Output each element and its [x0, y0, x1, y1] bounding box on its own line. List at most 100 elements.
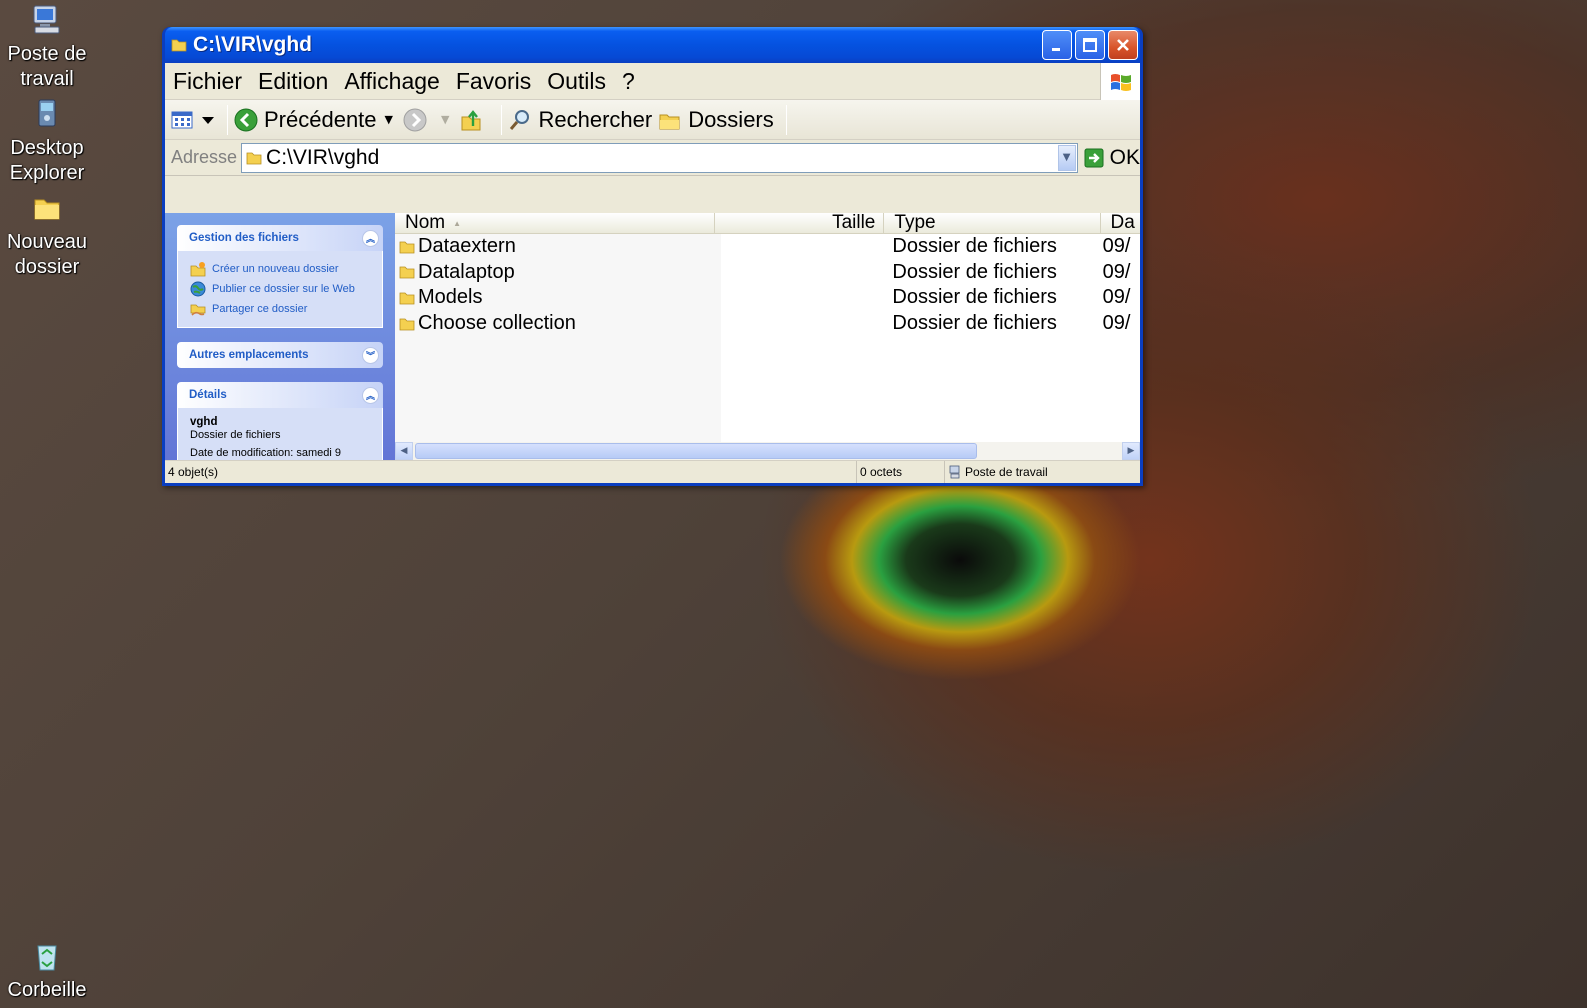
status-bar: 4 objet(s) 0 octets Poste de travail: [165, 460, 1140, 483]
folder-icon: [399, 292, 415, 305]
up-folder-button[interactable]: [459, 108, 489, 132]
folder-icon: [246, 152, 262, 164]
search-icon: [510, 109, 530, 130]
file-row[interactable]: Models Dossier de fichiers 09/: [395, 285, 1140, 311]
file-row[interactable]: Datalaptop Dossier de fichiers 09/: [395, 260, 1140, 286]
go-button[interactable]: OK: [1084, 146, 1140, 170]
menu-outils[interactable]: Outils: [539, 68, 614, 95]
menu-fichier[interactable]: Fichier: [165, 68, 250, 95]
column-header-date[interactable]: Da: [1101, 213, 1140, 233]
back-button-label: Précédente: [264, 106, 377, 132]
details-title: Détails: [189, 389, 227, 401]
go-arrow-icon: [1084, 148, 1104, 167]
folders-button[interactable]: Dossiers: [658, 107, 774, 133]
scroll-thumb[interactable]: [415, 443, 977, 459]
my-computer-icon: [33, 5, 60, 34]
folder-icon: [171, 39, 187, 52]
file-type: Dossier de fichiers: [892, 260, 1057, 283]
search-button-label: Rechercher: [538, 106, 653, 132]
status-location-label: Poste de travail: [965, 465, 1048, 479]
scroll-left-button[interactable]: ◀: [395, 442, 413, 460]
file-name: Models: [418, 286, 483, 309]
details-header[interactable]: Détails ︽: [177, 382, 383, 408]
desktop-icon-label: Poste de: [7, 43, 87, 65]
maximize-icon: [1083, 38, 1097, 52]
address-input[interactable]: C:\VIR\vghd ▼: [241, 142, 1078, 173]
scroll-track[interactable]: [413, 442, 1122, 460]
file-type: Dossier de fichiers: [892, 312, 1057, 335]
file-date: 09/: [1102, 286, 1131, 309]
details-name: vghd: [190, 416, 218, 428]
explorer-window: C:\VIR\vghd Fichier Edition Affichage Fa…: [162, 27, 1143, 486]
share-folder-icon: [190, 304, 206, 316]
task-share-folder[interactable]: Partager ce dossier: [190, 299, 370, 319]
back-dropdown-arrow[interactable]: ▼: [385, 113, 393, 126]
sort-ascending-icon: ▲: [453, 218, 462, 228]
file-name-cell: Dataextern: [395, 235, 715, 258]
column-header-type[interactable]: Type: [884, 213, 1101, 233]
desktop-icon-new-folder[interactable]: Nouveau dossier: [0, 192, 94, 280]
chevron-down-icon[interactable]: ︾: [362, 346, 379, 364]
horizontal-scrollbar[interactable]: ◀ ▶: [395, 442, 1140, 460]
forward-dropdown-arrow[interactable]: ▼: [441, 113, 449, 126]
main-area: Gestion des fichiers ︽ Créer un nouveau …: [165, 213, 1140, 483]
desktop-icon-label: Desktop: [10, 137, 84, 159]
window-titlebar[interactable]: C:\VIR\vghd: [165, 27, 1140, 63]
other-places-header[interactable]: Autres emplacements ︾: [177, 342, 383, 368]
column-header-label: Nom: [405, 213, 446, 233]
file-type: Dossier de fichiers: [892, 286, 1057, 309]
minimize-button[interactable]: [1042, 30, 1072, 60]
other-places-panel: Autres emplacements ︾: [177, 342, 383, 368]
address-value: C:\VIR\vghd: [266, 145, 380, 169]
menu-help[interactable]: ?: [614, 68, 643, 95]
new-folder-icon: [190, 262, 206, 277]
address-dropdown-button[interactable]: ▼: [1057, 144, 1076, 171]
back-button[interactable]: Précédente: [234, 107, 377, 133]
column-header-size[interactable]: Taille: [715, 213, 885, 233]
toolbar-separator: [227, 104, 228, 135]
task-publish-web[interactable]: Publier ce dossier sur le Web: [190, 279, 370, 299]
folders-icon: [659, 114, 680, 129]
close-button[interactable]: [1108, 30, 1138, 60]
status-location: Poste de travail: [945, 461, 1135, 483]
file-tasks-header[interactable]: Gestion des fichiers ︽: [177, 225, 383, 251]
up-folder-icon: [461, 109, 481, 130]
file-type: Dossier de fichiers: [892, 235, 1057, 258]
desktop-icon-label: Nouveau: [6, 231, 88, 253]
file-tasks-panel: Gestion des fichiers ︽ Créer un nouveau …: [177, 225, 383, 328]
minimize-icon: [1052, 48, 1060, 51]
desktop-icon-label: travail: [20, 68, 74, 90]
column-header-name[interactable]: Nom ▲: [395, 213, 716, 233]
scroll-right-button[interactable]: ▶: [1122, 442, 1140, 460]
desktop-icon-label: Explorer: [9, 162, 85, 184]
forward-arrow-icon: [403, 108, 427, 131]
menu-favoris[interactable]: Favoris: [448, 68, 539, 95]
task-label: Créer un nouveau dossier: [212, 263, 339, 275]
menu-affichage[interactable]: Affichage: [336, 68, 447, 95]
task-new-folder[interactable]: Créer un nouveau dossier: [190, 259, 370, 279]
window-title: C:\VIR\vghd: [193, 33, 312, 56]
file-name-cell: Models: [395, 286, 715, 309]
views-icon: [171, 111, 193, 128]
file-tasks-body: Créer un nouveau dossier Publier ce doss…: [177, 251, 383, 328]
file-row[interactable]: Choose collection Dossier de fichiers 09…: [395, 311, 1140, 337]
chevron-up-icon[interactable]: ︽: [362, 386, 379, 404]
file-name-cell: Choose collection: [395, 312, 715, 335]
other-places-title: Autres emplacements: [189, 349, 309, 361]
globe-icon: [190, 281, 206, 297]
folder-icon: [399, 241, 415, 254]
task-label: Partager ce dossier: [212, 303, 308, 315]
file-row[interactable]: Dataextern Dossier de fichiers 09/: [395, 234, 1140, 260]
desktop-icon-label: dossier: [14, 256, 80, 278]
desktop-icon-recycle-bin[interactable]: Corbeille: [0, 940, 94, 1003]
forward-button[interactable]: [403, 108, 433, 132]
chevron-up-icon[interactable]: ︽: [362, 229, 379, 247]
close-icon: [1117, 39, 1129, 51]
desktop-icon-my-computer[interactable]: Poste de travail: [0, 4, 94, 92]
menu-edition[interactable]: Edition: [250, 68, 336, 95]
task-label: Publier ce dossier sur le Web: [212, 283, 355, 295]
views-button[interactable]: [171, 108, 215, 132]
desktop-icon-desktop-explorer[interactable]: Desktop Explorer: [0, 98, 94, 186]
search-button[interactable]: Rechercher: [508, 107, 652, 133]
maximize-button[interactable]: [1075, 30, 1105, 60]
